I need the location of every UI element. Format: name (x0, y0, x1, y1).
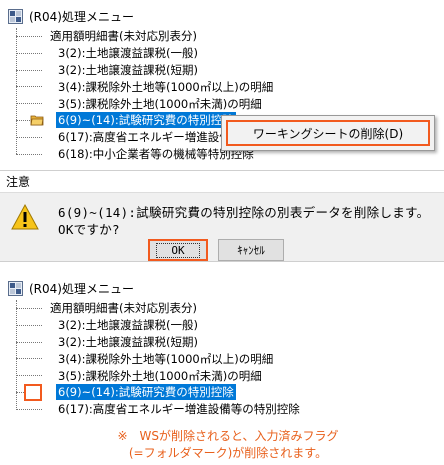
tree-item[interactable]: 適用額明細書(未対応別表分) (12, 300, 440, 317)
tree-item[interactable]: 6(17):高度省エネルギー増進設備等の特別控除 (12, 401, 440, 418)
tree-item[interactable]: 3(2):土地譲渡益課税(短期) (12, 334, 440, 351)
removed-folder-mark-highlight (24, 384, 42, 401)
explanatory-note: ※ WSが削除されると、入力済みフラグ (=フォルダマーク)が削除されます。 (28, 428, 428, 462)
confirm-dialog: 注意 6(9)~(14):試験研究費の特別控除の別表データを削除します。 OKで… (0, 170, 444, 262)
tree-item[interactable]: 適用額明細書(未対応別表分) (12, 28, 440, 45)
process-tree: 適用額明細書(未対応別表分) 3(2):土地譲渡益課税(一般) 3(2):土地譲… (4, 300, 440, 424)
note-line1: ※ WSが削除されると、入力済みフラグ (117, 429, 339, 443)
tree-item[interactable]: 3(5):課税除外土地(1000㎡未満)の明細 (12, 95, 440, 112)
tree-item[interactable]: 3(4):課税除外土地等(1000㎡以上)の明細 (12, 350, 440, 367)
menu-window-bottom: (R04)処理メニュー 適用額明細書(未対応別表分) 3(2):土地譲渡益課税(… (4, 276, 440, 424)
dialog-message-line2: OKですか? (58, 222, 120, 237)
folder-icon (30, 115, 44, 126)
tree-item[interactable]: 3(5):課税除外土地(1000㎡未満)の明細 (12, 367, 440, 384)
window-title: (R04)処理メニュー (29, 281, 134, 296)
dialog-message-line1: 6(9)~(14):試験研究費の特別控除の別表データを削除します。 (58, 205, 430, 220)
window-titlebar: (R04)処理メニュー (4, 4, 440, 28)
dialog-title: 注意 (0, 171, 444, 193)
tree-item[interactable]: 3(2):土地譲渡益課税(一般) (12, 45, 440, 62)
tree-item[interactable]: 3(4):課税除外土地等(1000㎡以上)の明細 (12, 78, 440, 95)
tree-item[interactable]: 3(2):土地譲渡益課税(短期) (12, 62, 440, 79)
app-icon (8, 280, 23, 296)
tree-item[interactable]: 3(2):土地譲渡益課税(一般) (12, 317, 440, 334)
window-titlebar: (R04)処理メニュー (4, 276, 440, 300)
warning-icon (11, 203, 39, 230)
note-line2: (=フォルダマーク)が削除されます。 (128, 446, 328, 460)
delete-worksheet-menu-item[interactable]: ワーキングシートの削除(D) (226, 120, 430, 146)
ok-button[interactable]: OK (148, 239, 208, 261)
tree-item-selected[interactable]: 6(9)~(14):試験研究費の特別控除 (12, 384, 440, 401)
dialog-message: 6(9)~(14):試験研究費の特別控除の別表データを削除します。 OKですか? (58, 204, 429, 238)
app-icon (8, 8, 23, 24)
cancel-button[interactable]: ｷｬﾝｾﾙ (218, 239, 284, 261)
window-title: (R04)処理メニュー (29, 9, 134, 24)
context-menu: ワーキングシートの削除(D) (221, 115, 435, 151)
